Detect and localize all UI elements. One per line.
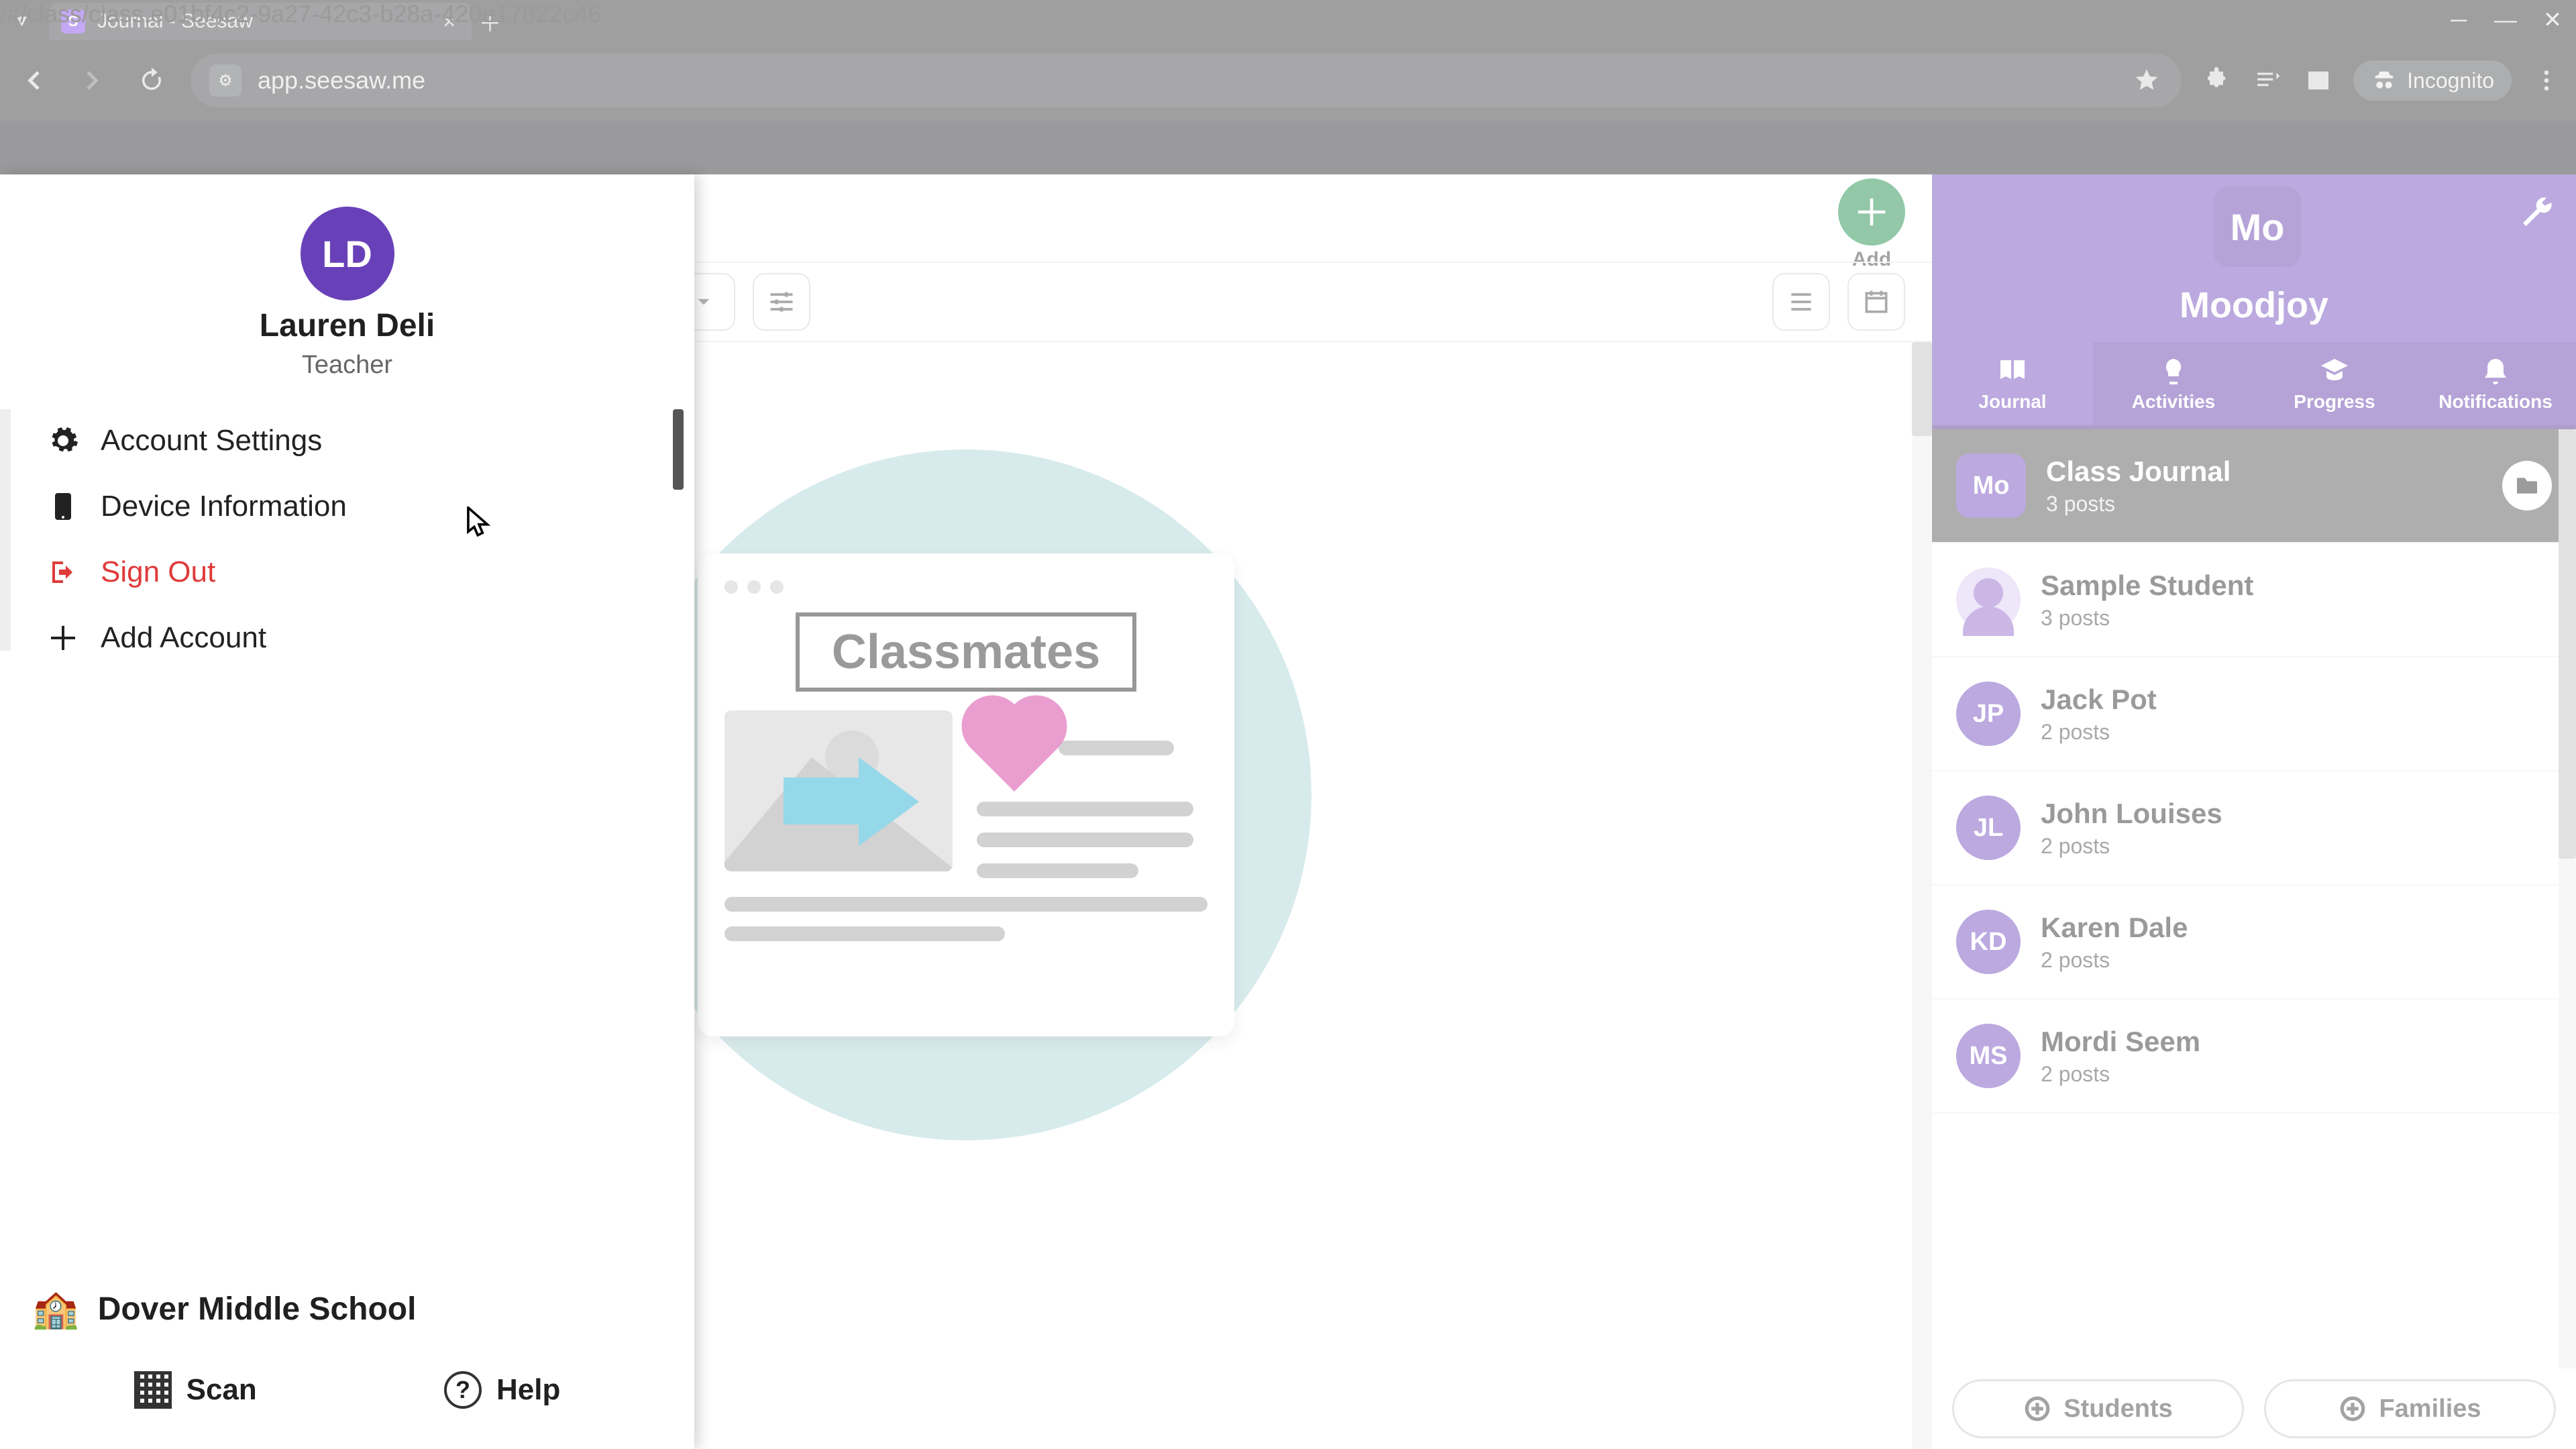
device-icon [47,490,79,523]
address-bar[interactable]: ⚙ app.seesaw.me/#/class/class.e01bf4c2-9… [191,54,2182,107]
browser-toolbar: ⚙ app.seesaw.me/#/class/class.e01bf4c2-9… [0,40,2576,121]
plus-icon [47,622,79,654]
qr-icon [134,1371,172,1409]
url-text: app.seesaw.me/#/class/class.e01bf4c2-9a2… [258,66,425,95]
user-name: Lauren Deli [260,307,435,344]
user-role: Teacher [302,351,392,380]
drawer-menu: Account Settings Device Information Sign… [0,401,694,671]
school-row[interactable]: 🏫 Dover Middle School [0,1287,694,1358]
help-icon: ? [444,1371,482,1409]
scan-button[interactable]: Scan [134,1371,257,1409]
gear-icon [47,425,79,457]
menu-sign-out[interactable]: Sign Out [0,539,694,605]
user-avatar[interactable]: LD [301,207,394,301]
help-button[interactable]: ?Help [444,1371,560,1409]
drawer-header: LD Lauren Deli Teacher [0,174,694,401]
sign-out-icon [47,556,79,588]
menu-account-settings[interactable]: Account Settings [0,408,694,474]
menu-add-account[interactable]: Add Account [0,605,694,671]
drawer-footer: Scan ?Help [0,1358,694,1449]
account-drawer: LD Lauren Deli Teacher Account Settings … [0,174,694,1449]
app-viewport: ges Library Add › Folders Classmates [0,174,2576,1449]
menu-device-info[interactable]: Device Information [0,474,694,539]
school-name: Dover Middle School [98,1291,417,1328]
school-icon: 🏫 [32,1287,79,1331]
